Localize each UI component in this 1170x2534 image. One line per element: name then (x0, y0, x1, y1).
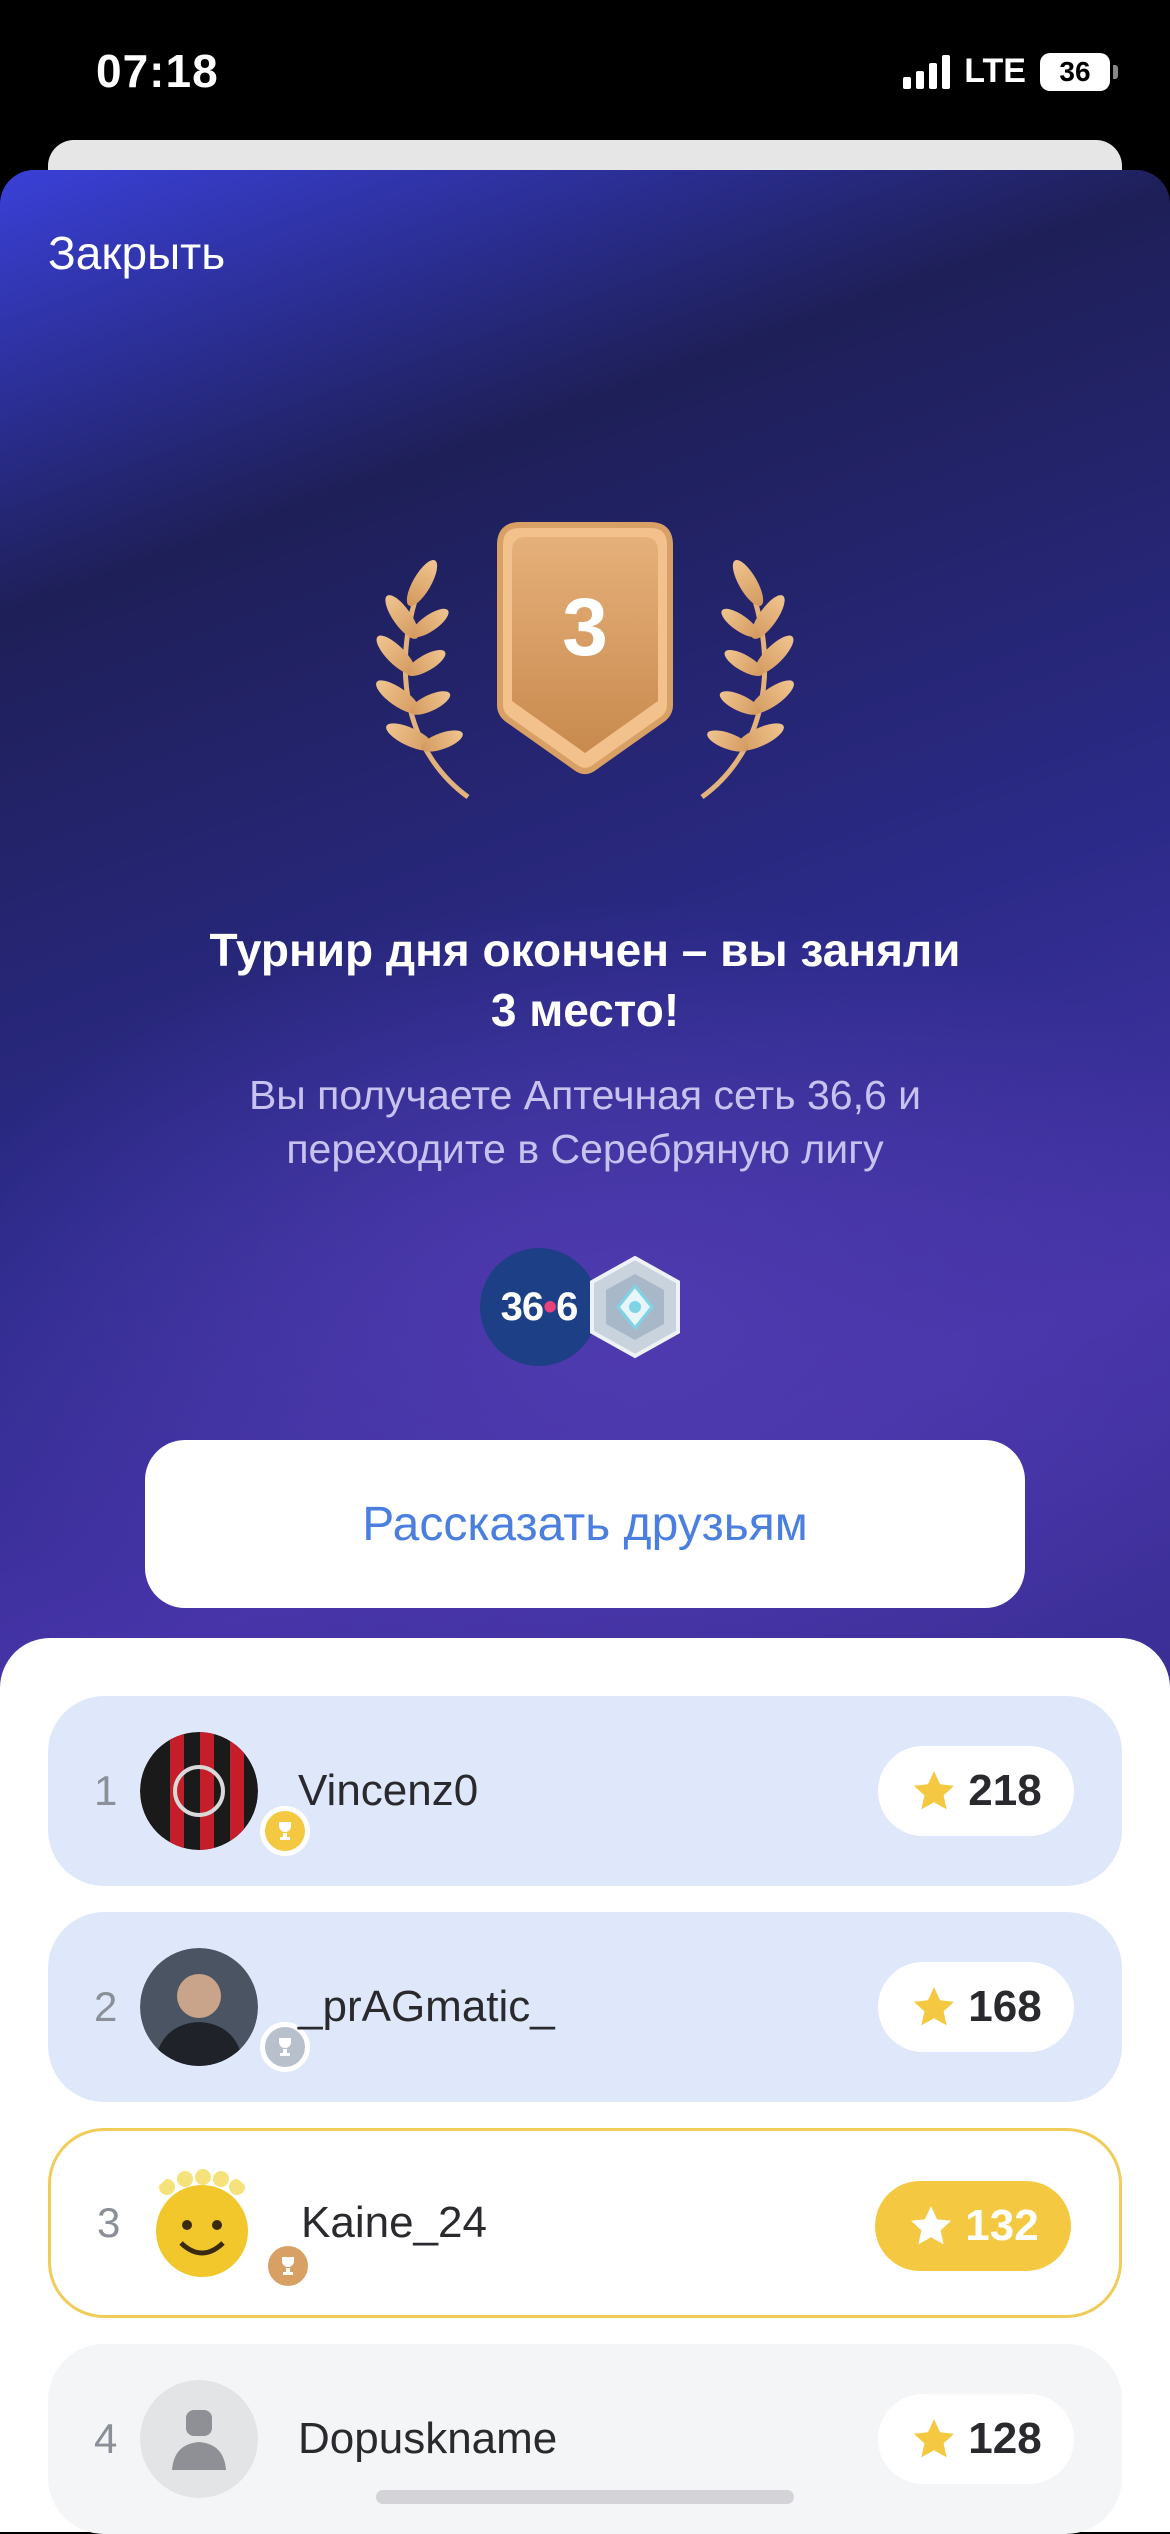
subline-line-2: переходите в Серебряную лигу (286, 1126, 884, 1172)
avatar-placeholder-icon (140, 2380, 258, 2498)
status-time: 07:18 (96, 45, 219, 97)
subline-line-1: Вы получаете Аптечная сеть 36,6 и (248, 1072, 922, 1118)
star-icon (914, 1987, 955, 2026)
rank-number: 1 (94, 1767, 118, 1814)
score-badge: 128 (878, 2394, 1074, 2484)
score-badge: 218 (878, 1746, 1074, 1836)
score-badge: 168 (878, 1962, 1074, 2052)
status-bar: 07:18 LTE 36 (0, 0, 1170, 150)
username: Vincenz0 (298, 1766, 479, 1815)
star-icon (914, 1771, 955, 1810)
result-subline: Вы получаете Аптечная сеть 36,6 и перехо… (150, 1068, 1020, 1176)
laurel-right-icon (700, 560, 794, 800)
score-badge: 132 (875, 2181, 1071, 2271)
place-number: 3 (562, 582, 608, 673)
share-with-friends-button[interactable]: Рассказать друзьям (145, 1440, 1025, 1608)
silver-league-icon (590, 1255, 680, 1359)
star-icon (911, 2206, 952, 2245)
leaderboard: 1 Vincenz0 218 2 _prAGmatic_ 168 3 Kaine… (0, 1638, 1170, 2534)
laurel-left-icon (376, 560, 470, 800)
close-button[interactable]: Закрыть (48, 226, 225, 280)
status-indicators: LTE 36 (903, 52, 1118, 91)
leaderboard-row[interactable]: 1 Vincenz0 218 (48, 1696, 1122, 1886)
leaderboard-row-current-user[interactable]: 3 Kaine_24 132 (48, 2128, 1122, 2318)
leaderboard-row[interactable]: 2 _prAGmatic_ 168 (48, 1912, 1122, 2102)
score-value: 168 (968, 1982, 1042, 2031)
rank-number: 4 (94, 2415, 118, 2462)
battery-level: 36 (1059, 55, 1091, 87)
battery-icon: 36 (1040, 52, 1118, 91)
username: Kaine_24 (301, 2198, 487, 2247)
pharmacy-brand-badge: 36 • 6 (480, 1248, 598, 1366)
signal-icon (903, 54, 951, 89)
avatar (140, 1948, 258, 2066)
rewards-group: 36 • 6 (480, 1248, 690, 1368)
star-icon (914, 2419, 955, 2458)
place-trophy-icon: 3 (376, 522, 794, 800)
headline-line-2: 3 место! (490, 984, 680, 1036)
rank-number: 2 (94, 1983, 118, 2030)
username: Dopuskname (298, 2414, 558, 2463)
leaderboard-row[interactable]: 4 Dopuskname 128 (48, 2344, 1122, 2534)
score-value: 128 (968, 2414, 1042, 2463)
avatar (140, 1732, 258, 1850)
headline-line-1: Турнир дня окончен – вы заняли (209, 924, 961, 976)
username: _prAGmatic_ (298, 1982, 555, 2031)
rank-number: 3 (97, 2199, 121, 2246)
avatar (156, 2169, 248, 2277)
result-headline: Турнир дня окончен – вы заняли 3 место! (120, 920, 1050, 1040)
score-value: 132 (965, 2201, 1039, 2250)
bronze-trophy-icon (263, 2241, 313, 2291)
network-type: LTE (964, 52, 1026, 90)
home-indicator[interactable] (376, 2490, 794, 2504)
score-value: 218 (968, 1766, 1042, 1815)
